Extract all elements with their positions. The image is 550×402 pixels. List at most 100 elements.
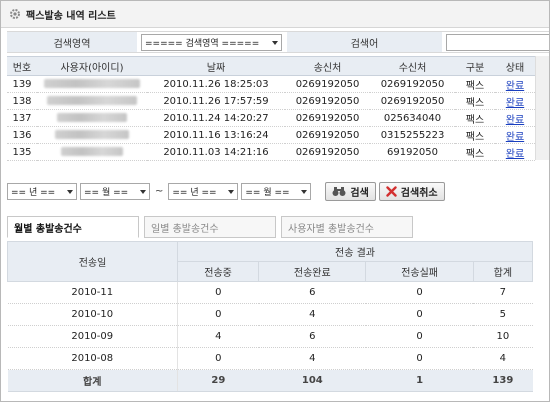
page-title: 팩스발송 내역 리스트 bbox=[26, 10, 116, 22]
row-date: 2010.11.03 14:21:16 bbox=[147, 143, 285, 161]
total-label: 합계 bbox=[7, 369, 178, 392]
summary-date: 2010-10 bbox=[7, 303, 178, 326]
stats-tabs: 월별 총발송건수 일별 총발송건수 사용자별 총발송건수 bbox=[7, 216, 418, 238]
status-link[interactable]: 완료 bbox=[506, 115, 524, 126]
summary-sending: 0 bbox=[177, 347, 259, 370]
summary-sending: 0 bbox=[177, 281, 259, 304]
total-done: 104 bbox=[258, 369, 366, 392]
col-header-date: 날짜 bbox=[147, 56, 285, 76]
col-header-sender: 송신처 bbox=[285, 56, 370, 76]
search-button[interactable]: 검색 bbox=[325, 181, 376, 201]
summary-failed: 0 bbox=[365, 325, 474, 348]
year-to-value: == 년 == bbox=[172, 187, 217, 198]
cancel-search-button-label: 검색취소 bbox=[400, 187, 438, 199]
month-from-select[interactable]: == 월 == bbox=[80, 182, 150, 200]
table-row: 139 2010.11.26 18:25:03 0269192050 02691… bbox=[7, 75, 535, 93]
row-type: 팩스 bbox=[455, 143, 495, 161]
row-sender: 0269192050 bbox=[285, 143, 370, 161]
row-type: 팩스 bbox=[455, 75, 495, 93]
summary-date: 2010-11 bbox=[7, 281, 178, 304]
row-user bbox=[37, 92, 147, 110]
status-link[interactable]: 완료 bbox=[506, 149, 524, 160]
chevron-down-icon bbox=[301, 189, 308, 194]
redacted-user-id bbox=[55, 130, 129, 139]
summary-failed: 0 bbox=[365, 281, 474, 304]
table-row: 138 2010.11.26 17:57:59 0269192050 02691… bbox=[7, 92, 535, 110]
col-header-status: 상태 bbox=[495, 56, 535, 76]
table-row: 2010-11 0 6 0 7 bbox=[7, 281, 533, 304]
col-header-total: 합계 bbox=[472, 261, 534, 282]
table-row: 135 2010.11.03 14:21:16 0269192050 69192… bbox=[7, 143, 535, 161]
row-receiver: 0315255223 bbox=[370, 126, 455, 144]
year-from-select[interactable]: == 년 == bbox=[7, 182, 77, 200]
month-to-select[interactable]: == 월 == bbox=[241, 182, 312, 200]
chevron-down-icon bbox=[67, 189, 73, 194]
row-user bbox=[37, 75, 147, 93]
tab-by-user[interactable]: 사용자별 총발송건수 bbox=[281, 216, 413, 238]
status-link[interactable]: 완료 bbox=[506, 132, 524, 143]
total-total: 139 bbox=[473, 369, 533, 392]
row-user bbox=[37, 109, 147, 127]
summary-sending: 4 bbox=[177, 325, 259, 348]
row-no: 136 bbox=[7, 126, 37, 144]
summary-done: 6 bbox=[258, 281, 366, 304]
col-header-done: 전송완료 bbox=[258, 261, 367, 282]
total-failed: 1 bbox=[365, 369, 474, 392]
table-row: 2010-10 0 4 0 5 bbox=[7, 303, 533, 326]
tab-daily[interactable]: 일별 총발송건수 bbox=[144, 216, 276, 238]
summary-done: 4 bbox=[258, 347, 366, 370]
row-sender: 0269192050 bbox=[285, 75, 370, 93]
cancel-search-button[interactable]: 검색취소 bbox=[378, 181, 445, 201]
search-area-select[interactable]: ===== 검색영역 ===== bbox=[141, 33, 282, 51]
search-area-select-value: ===== 검색영역 ===== bbox=[145, 38, 260, 49]
total-sending: 29 bbox=[177, 369, 259, 392]
binoculars-icon bbox=[332, 186, 346, 196]
month-from-value: == 월 == bbox=[84, 187, 129, 198]
tab-monthly[interactable]: 월별 총발송건수 bbox=[7, 216, 139, 238]
col-header-receiver: 수신처 bbox=[370, 56, 455, 76]
year-to-select[interactable]: == 년 == bbox=[168, 182, 239, 200]
close-icon bbox=[386, 185, 397, 197]
chevron-down-icon bbox=[140, 189, 146, 194]
col-header-failed: 전송실패 bbox=[365, 261, 474, 282]
month-to-value: == 월 == bbox=[245, 187, 290, 198]
row-type: 팩스 bbox=[455, 92, 495, 110]
row-no: 138 bbox=[7, 92, 37, 110]
row-status: 완료 bbox=[495, 109, 535, 127]
chevron-down-icon bbox=[228, 189, 235, 194]
col-header-no: 번호 bbox=[7, 56, 37, 76]
summary-date: 2010-08 bbox=[7, 347, 178, 370]
col-header-user: 사용자(아이디) bbox=[37, 56, 147, 76]
row-date: 2010.11.26 18:25:03 bbox=[147, 75, 285, 93]
search-area-label: 검색영역 bbox=[7, 32, 137, 52]
redacted-user-id bbox=[57, 113, 127, 122]
list-header-row: 번호 사용자(아이디) 날짜 송신처 수신처 구분 상태 bbox=[7, 56, 535, 76]
gear-icon bbox=[10, 9, 20, 19]
status-link[interactable]: 완료 bbox=[506, 81, 524, 92]
status-link[interactable]: 완료 bbox=[506, 98, 524, 109]
title-bar: 팩스발송 내역 리스트 bbox=[1, 1, 549, 28]
col-header-send-date: 전송일 bbox=[7, 241, 178, 282]
list-scrollbar[interactable] bbox=[535, 56, 549, 160]
row-receiver: 69192050 bbox=[370, 143, 455, 161]
row-receiver: 025634040 bbox=[370, 109, 455, 127]
row-no: 135 bbox=[7, 143, 37, 161]
summary-done: 6 bbox=[258, 325, 366, 348]
row-receiver: 0269192050 bbox=[370, 75, 455, 93]
summary-done: 4 bbox=[258, 303, 366, 326]
table-row: 136 2010.11.16 13:16:24 0269192050 03152… bbox=[7, 126, 535, 144]
col-header-result-group: 전송 결과 bbox=[177, 241, 533, 262]
search-keyword-input[interactable] bbox=[446, 33, 549, 51]
row-date: 2010.11.24 14:20:27 bbox=[147, 109, 285, 127]
table-row: 137 2010.11.24 14:20:27 0269192050 02563… bbox=[7, 109, 535, 127]
row-date: 2010.11.26 17:57:59 bbox=[147, 92, 285, 110]
row-sender: 0269192050 bbox=[285, 92, 370, 110]
table-row: 2010-08 0 4 0 4 bbox=[7, 347, 533, 370]
summary-total: 4 bbox=[473, 347, 533, 370]
row-sender: 0269192050 bbox=[285, 126, 370, 144]
summary-table: 전송일 전송 결과 전송중 전송완료 전송실패 합계 2010-11 0 6 0… bbox=[7, 241, 534, 392]
chevron-down-icon bbox=[272, 40, 278, 45]
row-no: 139 bbox=[7, 75, 37, 93]
fax-history-panel: 팩스발송 내역 리스트 검색영역 ===== 검색영역 ===== 검색어 번호… bbox=[0, 0, 550, 402]
redacted-user-id bbox=[47, 96, 137, 105]
